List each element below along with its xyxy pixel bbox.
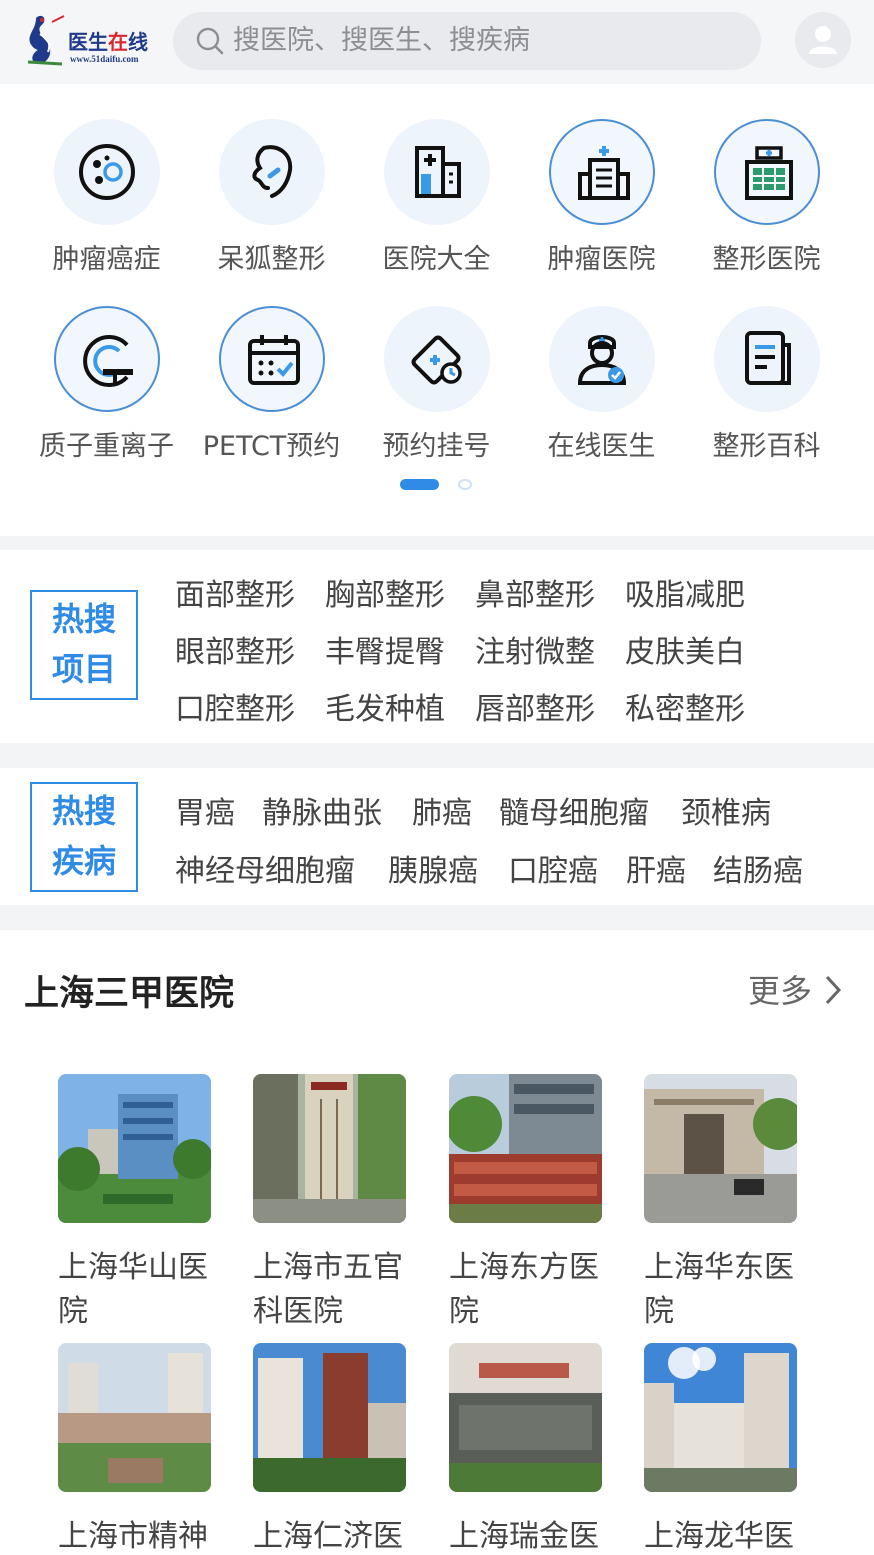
hot-projects-row: 面部整形 胸部整形 鼻部整形 吸脂减肥 <box>175 570 745 614</box>
face-profile-icon <box>252 145 293 198</box>
hospital-photo <box>644 1074 797 1223</box>
hot-tag[interactable]: 胸部整形 <box>325 570 475 614</box>
search-bar[interactable]: 搜医院、搜医生、搜疾病 <box>173 12 761 70</box>
grid-item-tumor-hospital[interactable]: 肿瘤医院 <box>519 119 684 279</box>
user-avatar-button[interactable] <box>795 12 851 68</box>
grid-item-online-doctor[interactable]: 在线医生 <box>519 306 684 466</box>
grid-item-hospital-directory[interactable]: 医院大全 <box>354 119 519 279</box>
hot-diseases-section: 热搜 疾病 胃癌 静脉曲张 肺癌 髓母细胞瘤 颈椎病 神经母细胞瘤 胰腺癌 口腔癌 肝癌 结肠癌 <box>0 768 874 905</box>
clinic-building-icon <box>578 146 630 200</box>
hot-tag[interactable]: 吸脂减肥 <box>625 570 745 614</box>
hospital-building-icon <box>415 146 461 198</box>
hot-tag[interactable]: 唇部整形 <box>475 684 625 728</box>
grid-label: 整形医院 <box>712 244 821 275</box>
hospital-photo <box>58 1074 211 1223</box>
hot-tag[interactable]: 面部整形 <box>175 570 325 614</box>
section-title: 上海三甲医院 <box>24 974 235 1014</box>
grid-item-plastic-hospital[interactable]: 整形医院 <box>684 119 849 279</box>
hot-tag[interactable]: 私密整形 <box>625 684 745 728</box>
hot-tag[interactable]: 结肠癌 <box>713 846 803 890</box>
section-divider <box>0 905 874 930</box>
hot-tag[interactable]: 眼部整形 <box>175 627 325 671</box>
grid-label: 质子重离子 <box>39 431 174 462</box>
hospital-photo <box>449 1074 602 1223</box>
grid-label: 整形百科 <box>712 431 821 462</box>
hospital-name: 上海瑞金医 <box>449 1519 599 1554</box>
user-icon <box>809 26 837 54</box>
hot-diseases-row: 神经母细胞瘤 胰腺癌 口腔癌 肝癌 结肠癌 <box>175 846 803 890</box>
hot-tag[interactable]: 皮肤美白 <box>625 627 745 671</box>
section-divider <box>0 743 874 768</box>
hot-tag[interactable]: 鼻部整形 <box>475 570 625 614</box>
crane-logo-icon <box>27 15 65 66</box>
search-icon <box>196 27 224 55</box>
grid-label: 肿瘤医院 <box>547 244 656 275</box>
more-link[interactable]: 更多 <box>748 966 812 1012</box>
hot-projects-row: 眼部整形 丰臀提臀 注射微整 皮肤美白 <box>175 627 745 671</box>
logo-title: 医生在线 <box>68 30 148 54</box>
doctor-icon <box>577 335 627 385</box>
proton-machine-icon <box>83 335 133 387</box>
category-grid: 肿瘤癌症 呆狐整形 医院大全 肿瘤医院 整形医院 质子重离子 PETCT预约 预… <box>0 84 874 536</box>
grid-item-plastic-encyclopedia[interactable]: 整形百科 <box>684 306 849 466</box>
section-divider <box>0 536 874 550</box>
appointment-tag-icon <box>411 335 462 385</box>
hot-tag[interactable]: 口腔整形 <box>175 684 325 728</box>
hot-tag[interactable]: 髓母细胞瘤 <box>499 788 681 832</box>
grid-label: 预约挂号 <box>382 431 491 462</box>
chevron-right-icon[interactable] <box>822 973 844 1007</box>
pagination-dot-active[interactable] <box>400 479 439 490</box>
hot-tag[interactable]: 注射微整 <box>475 627 625 671</box>
grid-item-proton-therapy[interactable]: 质子重离子 <box>24 306 189 466</box>
hot-tag[interactable]: 胰腺癌 <box>388 846 508 890</box>
hospital-name: 上海华山医院 <box>58 1250 208 1329</box>
hospital-photo <box>644 1343 797 1492</box>
hospital-photo <box>253 1343 406 1492</box>
hot-tag[interactable]: 肝癌 <box>626 846 713 890</box>
grid-item-tumor[interactable]: 肿瘤癌症 <box>24 119 189 279</box>
hot-tag[interactable]: 颈椎病 <box>681 788 771 832</box>
hot-tag[interactable]: 肺癌 <box>412 788 499 832</box>
hot-tag[interactable]: 神经母细胞瘤 <box>175 846 388 890</box>
hospital-name: 上海市精神 <box>58 1519 208 1554</box>
hospital-name: 上海华东医院 <box>644 1250 794 1329</box>
hot-tag[interactable]: 丰臀提臀 <box>325 627 475 671</box>
hospital-name: 上海市五官科医院 <box>253 1250 403 1329</box>
hot-projects-row: 口腔整形 毛发种植 唇部整形 私密整形 <box>175 684 745 728</box>
grid-label: 呆狐整形 <box>217 244 326 275</box>
hospital-name: 上海东方医院 <box>449 1250 599 1329</box>
hot-tag[interactable]: 胃癌 <box>175 788 262 832</box>
hot-tag[interactable]: 口腔癌 <box>508 846 626 890</box>
hot-tag[interactable]: 静脉曲张 <box>262 788 412 832</box>
grid-label: PETCT预约 <box>202 431 341 462</box>
grid-item-appointment[interactable]: 预约挂号 <box>354 306 519 466</box>
search-placeholder: 搜医院、搜医生、搜疾病 <box>233 25 530 56</box>
hospital-block-icon <box>745 146 793 200</box>
tumor-cell-icon <box>79 144 135 200</box>
grid-label: 在线医生 <box>547 431 656 462</box>
hot-projects-badge: 热搜 项目 <box>30 590 138 700</box>
hospital-name: 上海仁济医 <box>253 1519 403 1554</box>
site-logo[interactable]: 医生在线 www.51daifu.com <box>22 12 152 70</box>
hospital-photo <box>253 1074 406 1223</box>
top-header: 医生在线 www.51daifu.com 搜医院、搜医生、搜疾病 <box>0 0 874 84</box>
hot-tag[interactable]: 毛发种植 <box>325 684 475 728</box>
grid-item-petct-booking[interactable]: PETCT预约 <box>189 306 354 466</box>
grid-item-plastic-surgery-brand[interactable]: 呆狐整形 <box>189 119 354 279</box>
hospital-photo <box>58 1343 211 1492</box>
hot-diseases-badge: 热搜 疾病 <box>30 782 138 892</box>
hot-projects-section: 热搜 项目 面部整形 胸部整形 鼻部整形 吸脂减肥 眼部整形 丰臀提臀 注射微整 皮肤美白 … <box>0 550 874 743</box>
hot-diseases-row: 胃癌 静脉曲张 肺癌 髓母细胞瘤 颈椎病 <box>175 788 771 832</box>
carousel-pagination <box>0 479 874 491</box>
hospital-name: 上海龙华医 <box>644 1519 794 1554</box>
hospital-photo <box>449 1343 602 1492</box>
document-icon <box>745 331 791 385</box>
grid-label: 肿瘤癌症 <box>52 244 161 275</box>
logo-url: www.51daifu.com <box>70 54 139 64</box>
pagination-dot[interactable] <box>458 479 472 490</box>
grid-label: 医院大全 <box>382 244 491 275</box>
calendar-icon <box>248 335 300 385</box>
